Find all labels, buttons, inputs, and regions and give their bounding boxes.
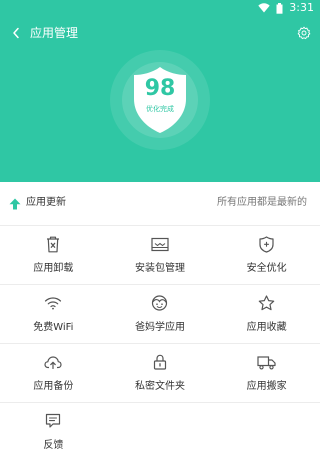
tile-label: 安装包管理 [134,263,185,274]
tile-label: 应用卸载 [33,263,74,274]
back-button[interactable] [8,25,24,41]
feedback-icon [43,412,63,430]
tile-package-manager[interactable]: 安装包管理 [107,226,214,284]
tile-feedback[interactable]: 反馈 [0,403,107,461]
shield-plus-icon [257,235,277,253]
score-value: 98 [144,76,176,101]
tools-row: 应用卸载 安装包管理 安全优化 [0,226,320,285]
tile-label: 免费WiFi [33,322,74,333]
tools-grid: 应用卸载 安装包管理 安全优化 免费WiFi 爸妈学应用 应用收藏 应用备份 私… [0,226,320,462]
tile-label: 应用备份 [33,381,74,392]
tile-parents-learn[interactable]: 爸妈学应用 [107,285,214,343]
gear-icon [297,26,311,40]
parents-icon [150,294,170,312]
status-time: 3:31 [289,1,314,14]
wifi-signal-icon [258,3,270,13]
status-bar: 3:31 [0,0,320,16]
page-title: 应用管理 [30,26,79,40]
star-icon [257,294,277,312]
app-update-status: 所有应用都是最新的 [217,197,307,208]
tile-label: 应用搬家 [246,381,287,392]
tools-row: 反馈 [0,403,320,462]
tile-private-folder[interactable]: 私密文件夹 [107,344,214,402]
wifi-icon [43,294,63,312]
tile-label: 私密文件夹 [134,381,185,392]
arrow-up-icon [9,198,21,210]
main-panel: 应用更新 所有应用都是最新的 应用卸载 安装包管理 安全优化 免费WiFi 爸妈… [0,182,320,462]
tile-uninstall[interactable]: 应用卸载 [0,226,107,284]
chevron-left-icon [13,27,19,39]
score-badge: 98 优化完成 [110,50,210,150]
tile-label: 爸妈学应用 [134,322,185,333]
header: 应用管理 98 优化完成 [0,16,320,182]
tile-security-optimize[interactable]: 安全优化 [213,226,320,284]
settings-button[interactable] [295,24,313,42]
package-icon [150,235,170,253]
status-icons: 3:31 [258,1,314,15]
tile-label: 安全优化 [246,263,287,274]
app-update-row[interactable]: 应用更新 所有应用都是最新的 [0,182,320,226]
tools-row: 应用备份 私密文件夹 应用搬家 [0,344,320,403]
tile-app-favorites[interactable]: 应用收藏 [213,285,320,343]
battery-icon [276,2,283,14]
tools-row: 免费WiFi 爸妈学应用 应用收藏 [0,285,320,344]
tile-free-wifi[interactable]: 免费WiFi [0,285,107,343]
score-caption: 优化完成 [146,105,174,113]
truck-icon [257,353,277,371]
tile-app-backup[interactable]: 应用备份 [0,344,107,402]
empty-tile [107,403,214,461]
tile-label: 应用收藏 [246,322,287,333]
tile-app-move[interactable]: 应用搬家 [213,344,320,402]
trash-icon [43,235,63,253]
empty-tile [213,403,320,461]
cloud-upload-icon [43,353,63,371]
tile-label: 反馈 [43,440,64,451]
app-update-label: 应用更新 [26,197,66,208]
lock-icon [150,353,170,371]
